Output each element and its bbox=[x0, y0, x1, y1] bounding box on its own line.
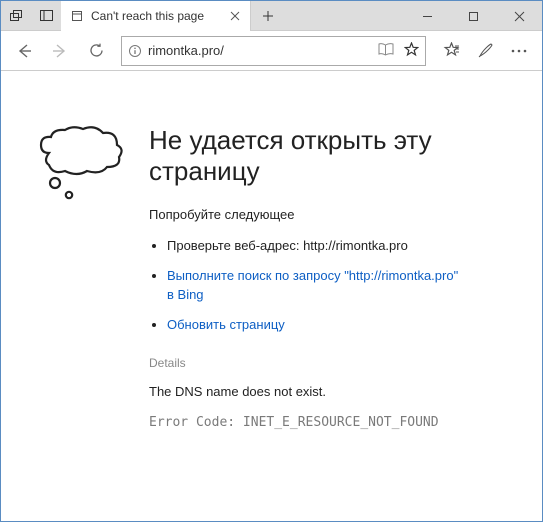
details-text: The DNS name does not exist. bbox=[149, 384, 518, 399]
error-heading: Не удается открыть эту страницу bbox=[149, 125, 518, 187]
titlebar-left bbox=[1, 1, 61, 30]
notes-icon[interactable] bbox=[468, 34, 502, 68]
refresh-button[interactable] bbox=[79, 34, 113, 68]
active-tab[interactable]: Can't reach this page bbox=[61, 1, 251, 31]
suggestion-url: http://rimontka.pro bbox=[303, 238, 408, 253]
favorite-icon[interactable] bbox=[404, 42, 419, 60]
page-content: Не удается открыть эту страницу Попробуй… bbox=[1, 71, 542, 521]
details-label[interactable]: Details bbox=[149, 356, 518, 370]
suggestions-list: Проверьте веб-адрес: http://rimontka.pro… bbox=[149, 236, 518, 334]
window-controls bbox=[404, 1, 542, 30]
address-actions bbox=[378, 42, 419, 60]
url-text[interactable]: rimontka.pro/ bbox=[148, 43, 372, 58]
suggestion-search-bing[interactable]: Выполните поиск по запросу "http://rimon… bbox=[167, 266, 467, 305]
suggestion-text: Проверьте веб-адрес: bbox=[167, 238, 303, 253]
minimize-button[interactable] bbox=[404, 1, 450, 31]
error-code-value: INET_E_RESOURCE_NOT_FOUND bbox=[243, 415, 439, 430]
forward-button[interactable] bbox=[43, 34, 77, 68]
tab-title: Can't reach this page bbox=[91, 9, 204, 23]
refresh-link[interactable]: Обновить страницу bbox=[167, 317, 285, 332]
try-label: Попробуйте следующее bbox=[149, 207, 518, 222]
browser-window: Can't reach this page bbox=[0, 0, 543, 522]
suggestion-refresh[interactable]: Обновить страницу bbox=[167, 315, 467, 335]
error-code-line: Error Code: INET_E_RESOURCE_NOT_FOUND bbox=[149, 415, 518, 430]
set-aside-tabs-icon[interactable] bbox=[31, 1, 61, 31]
suggestion-check-address: Проверьте веб-адрес: http://rimontka.pro bbox=[167, 236, 467, 256]
more-icon[interactable] bbox=[502, 34, 536, 68]
reading-view-icon[interactable] bbox=[378, 43, 394, 59]
favorites-hub-icon[interactable] bbox=[434, 34, 468, 68]
maximize-button[interactable] bbox=[450, 1, 496, 31]
search-bing-link[interactable]: Выполните поиск по запросу "http://rimon… bbox=[167, 268, 458, 303]
titlebar: Can't reach this page bbox=[1, 1, 542, 31]
new-tab-button[interactable] bbox=[251, 1, 285, 30]
error-code-label: Error Code: bbox=[149, 415, 243, 430]
back-button[interactable] bbox=[7, 34, 41, 68]
address-bar[interactable]: rimontka.pro/ bbox=[121, 36, 426, 66]
close-window-button[interactable] bbox=[496, 1, 542, 31]
toolbar-right bbox=[434, 34, 536, 68]
site-info-icon[interactable] bbox=[128, 44, 142, 58]
close-tab-icon[interactable] bbox=[230, 11, 240, 21]
error-main: Не удается открыть эту страницу Попробуй… bbox=[149, 125, 518, 521]
page-icon bbox=[71, 10, 83, 22]
tab-overview-icon[interactable] bbox=[1, 1, 31, 31]
toolbar: rimontka.pro/ bbox=[1, 31, 542, 71]
thought-cloud-icon bbox=[29, 125, 129, 521]
